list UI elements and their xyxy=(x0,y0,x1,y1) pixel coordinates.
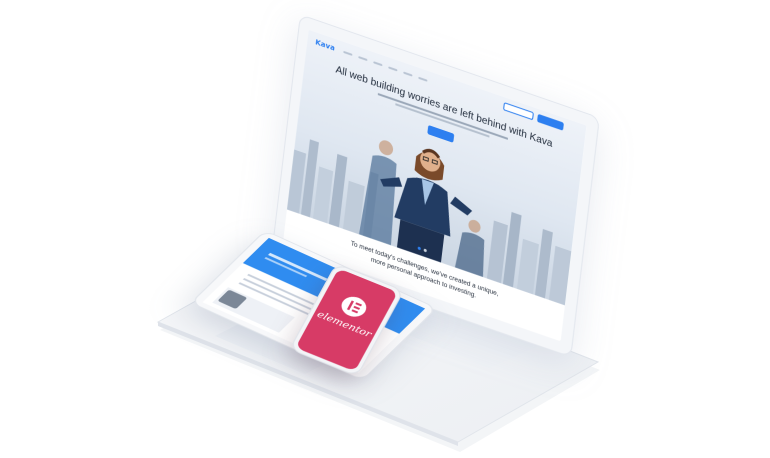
nav-link[interactable] xyxy=(343,50,353,56)
site-logo[interactable]: Kava xyxy=(315,38,335,53)
nav-link[interactable] xyxy=(418,76,428,82)
slider-dot[interactable] xyxy=(423,248,427,253)
person-left xyxy=(358,140,397,246)
nav-primary-button[interactable] xyxy=(537,113,564,131)
nav-link[interactable] xyxy=(403,71,413,77)
elementor-logo-icon xyxy=(337,293,371,321)
nav-link[interactable] xyxy=(388,66,398,72)
person-right xyxy=(454,219,485,278)
nav-link[interactable] xyxy=(373,61,383,67)
nav-link[interactable] xyxy=(358,56,368,62)
device-mockup-scene: Kava All web building worries are left b… xyxy=(0,0,770,458)
elementor-wordmark: elementor xyxy=(314,310,373,341)
nav-outline-button[interactable] xyxy=(503,102,534,121)
slider-dot[interactable] xyxy=(417,246,421,251)
